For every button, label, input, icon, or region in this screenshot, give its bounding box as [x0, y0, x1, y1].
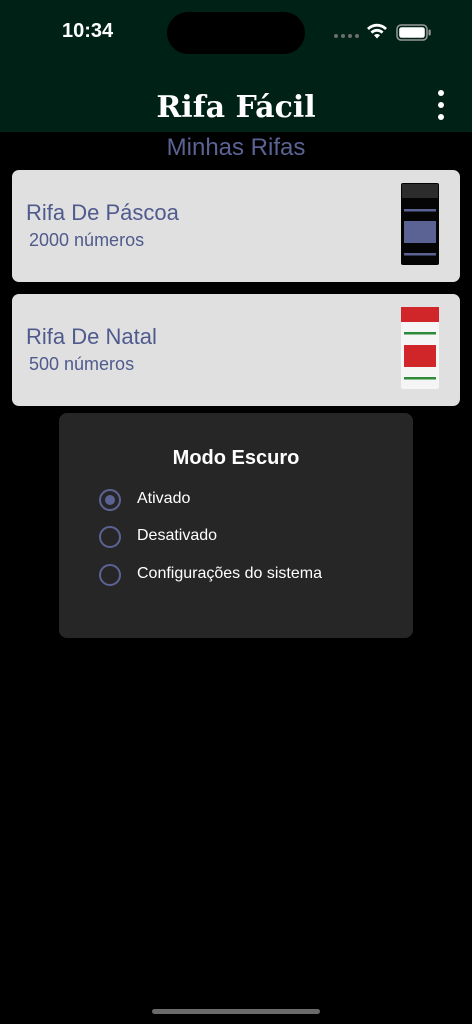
wifi-icon [367, 23, 387, 39]
radio-icon[interactable] [99, 526, 121, 548]
raffle-thumbnail-icon [401, 183, 439, 265]
home-indicator[interactable] [152, 1009, 320, 1014]
dialog-title: Modo Escuro [172, 447, 300, 469]
option-label: Ativado [137, 490, 191, 507]
more-vertical-icon[interactable] [430, 88, 452, 122]
app-header: 10:34 Rifa Fácil [0, 0, 472, 132]
raffle-numbers: 500 números [29, 354, 135, 374]
battery-icon [396, 24, 431, 41]
signal-dots-icon [334, 34, 359, 38]
raffle-thumbnail-icon [401, 307, 439, 389]
raffle-title: Rifa De Natal [26, 324, 157, 349]
dynamic-island [167, 12, 305, 54]
option-desativado[interactable]: Desativado [99, 526, 399, 554]
status-time: 10:34 [62, 20, 114, 42]
raffle-card-natal[interactable]: Rifa De Natal 500 números [12, 294, 460, 406]
app-title: Rifa Fácil [156, 90, 316, 125]
raffle-numbers: 2000 números [29, 230, 145, 250]
raffle-title: Rifa De Páscoa [26, 200, 179, 225]
option-configuracoes-sistema[interactable]: Configurações do sistema [99, 564, 399, 592]
option-label: Desativado [137, 527, 218, 544]
dark-mode-dialog: Modo Escuro Ativado Desativado Configura… [59, 413, 413, 638]
page-title: Minhas Rifas [166, 134, 306, 161]
radio-icon[interactable] [99, 564, 121, 586]
option-ativado[interactable]: Ativado [99, 489, 399, 517]
option-label: Configurações do sistema [137, 565, 322, 582]
status-icons [334, 22, 434, 42]
radio-selected-icon[interactable] [99, 489, 121, 511]
raffle-card-pascoa[interactable]: Rifa De Páscoa 2000 números [12, 170, 460, 282]
